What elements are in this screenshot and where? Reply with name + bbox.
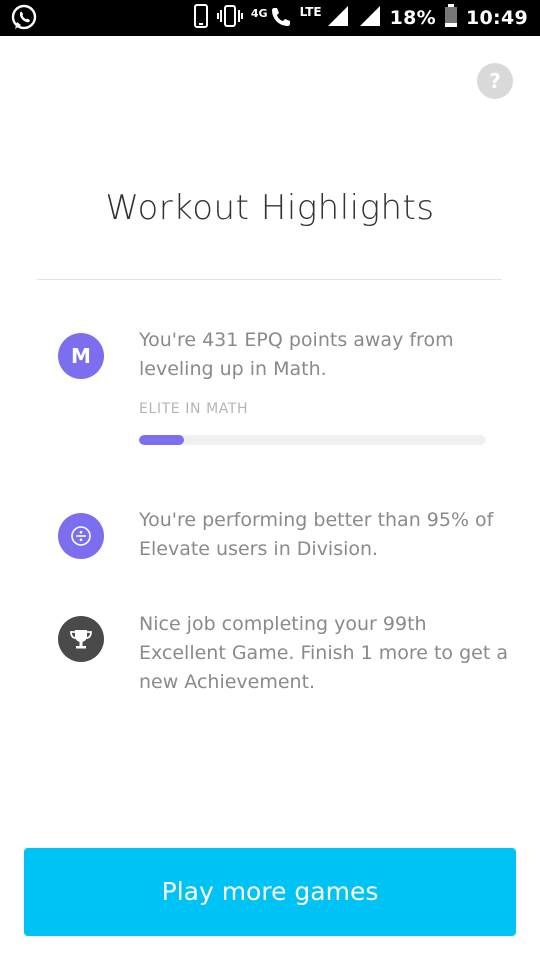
battery-percent: 18% [389, 7, 437, 29]
progress-bar [139, 435, 486, 445]
math-icon: M [58, 333, 104, 379]
division-icon [58, 513, 104, 559]
play-more-games-button[interactable]: Play more games [24, 848, 516, 936]
trophy-icon [58, 616, 104, 662]
page-title: Workout Highlights [105, 188, 435, 228]
highlight-text-math: You're 431 EPQ points away from leveling… [139, 329, 454, 380]
vibrate-icon [216, 4, 243, 32]
phone-icon [193, 4, 209, 32]
network-type-label: LTE [299, 5, 322, 19]
network-small-label: 4G [250, 6, 268, 20]
progress-bar-fill [139, 435, 185, 445]
call-icon [270, 4, 292, 32]
highlight-text-achievement: Nice job completing your 99th Excellent … [139, 613, 508, 693]
signal-icon [358, 4, 382, 32]
clock: 10:49 [466, 7, 528, 29]
progress-label: ELITE IN MATH [139, 401, 249, 417]
whatsapp-icon [10, 4, 38, 32]
help-button[interactable]: ? [477, 63, 513, 99]
highlight-text-division: You're performing better than 95% of Ele… [139, 509, 494, 560]
divider [37, 279, 502, 280]
signal-icon [326, 4, 350, 32]
status-bar: 4G LTE 18% 10:49 [0, 0, 540, 36]
battery-icon [444, 4, 458, 32]
